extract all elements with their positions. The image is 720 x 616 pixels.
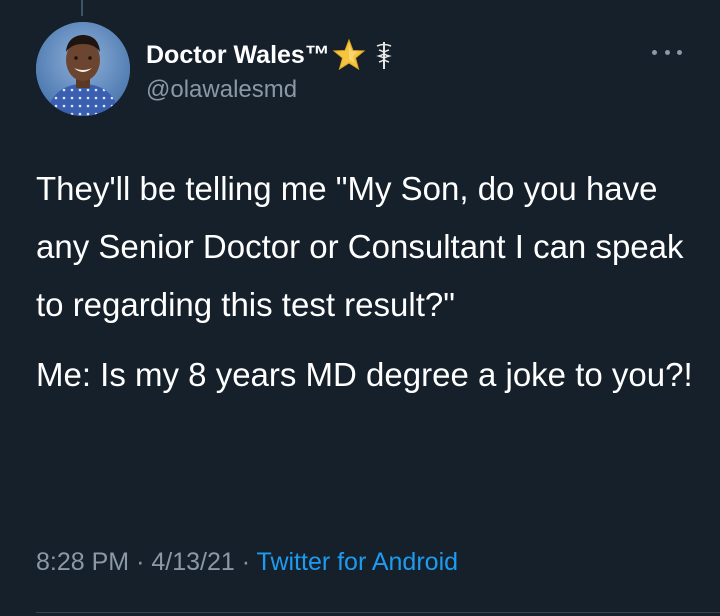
- caduceus-icon: [374, 40, 394, 70]
- avatar[interactable]: [36, 22, 130, 116]
- tweet-source-link[interactable]: Twitter for Android: [257, 548, 458, 576]
- meta-separator: ·: [136, 548, 145, 576]
- star-icon: [332, 38, 366, 72]
- tweet-time[interactable]: 8:28 PM: [36, 548, 129, 576]
- more-horizontal-icon[interactable]: [652, 42, 682, 62]
- more-dot: [677, 49, 682, 55]
- user-handle[interactable]: @olawalesmd: [146, 76, 394, 104]
- display-name[interactable]: Doctor Wales™: [146, 41, 330, 70]
- tweet-paragraph: They'll be telling me "My Son, do you ha…: [36, 170, 684, 323]
- meta-separator: ·: [241, 548, 251, 576]
- user-name-block: Doctor Wales™ @olawalesmd: [146, 38, 394, 104]
- tweet-date[interactable]: 4/13/21: [151, 548, 234, 576]
- display-name-row: Doctor Wales™: [146, 38, 394, 72]
- tweet-header: Doctor Wales™ @olawalesmd: [36, 22, 700, 122]
- tweet-meta: 8:28 PM · 4/13/21 · Twitter for Android: [36, 548, 458, 577]
- tweet-paragraph: Me: Is my 8 years MD degree a joke to yo…: [36, 356, 693, 393]
- divider: [36, 612, 720, 613]
- tweet-text: They'll be telling me "My Son, do you ha…: [36, 160, 696, 416]
- more-dot: [652, 49, 657, 55]
- more-dot: [664, 49, 670, 55]
- thread-connector-line: [81, 0, 83, 16]
